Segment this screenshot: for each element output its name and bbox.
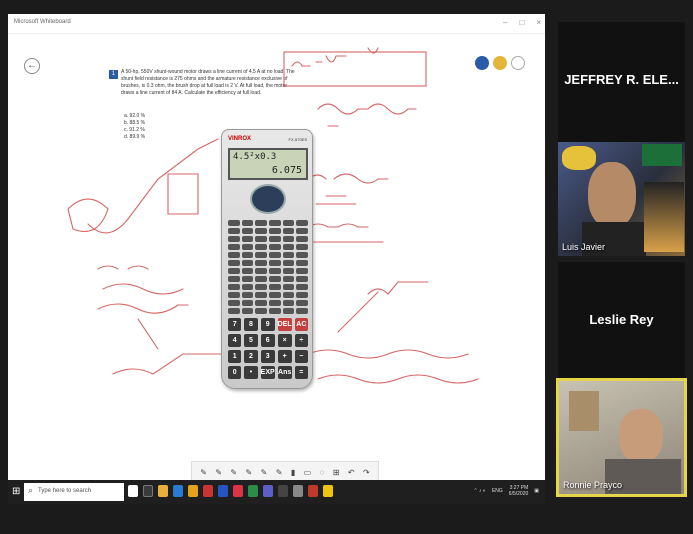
taskbar-apps [128, 485, 333, 497]
task-view-icon[interactable] [128, 485, 138, 497]
ink-box-equation [283, 51, 427, 87]
calc-key: = [294, 366, 308, 379]
calc-key-ac: AC [294, 318, 308, 331]
ink-equation-2 [317, 103, 417, 115]
calc-key: 0 [228, 366, 242, 379]
calculator-function-keys [228, 220, 308, 314]
tray-icons[interactable]: ⌃ ♪ ◐ [473, 488, 486, 494]
calc-key: 4 [228, 334, 242, 347]
pen-icon[interactable]: ✎ [246, 468, 253, 477]
taskbar-search-box[interactable]: ⌕ Type here to search [24, 483, 124, 501]
participant-tile-leslie[interactable]: Leslie Rey [558, 262, 685, 382]
pen-icon[interactable]: ✎ [261, 468, 268, 477]
chrome-icon[interactable] [188, 485, 198, 497]
pen-icon[interactable]: ✎ [276, 468, 283, 477]
calculator-display: 4.5²x0.3 6.075 [228, 148, 308, 180]
calc-key: 5 [244, 334, 258, 347]
person-face [588, 162, 636, 228]
calc-key: Ans [277, 366, 292, 379]
display-expression: 4.5²x0.3 [233, 152, 277, 162]
pen-icon[interactable]: ✎ [215, 468, 222, 477]
ink-diagonal [337, 291, 379, 333]
eraser-icon[interactable]: ▭ [304, 468, 312, 477]
language-indicator[interactable]: ENG [492, 488, 503, 494]
display-result: 6.075 [271, 165, 302, 176]
calc-key: ÷ [294, 334, 308, 347]
app-icon[interactable] [308, 485, 318, 497]
windows-taskbar: ⊞ ⌕ Type here to search ⌃ ♪ ◐ ENG 3:27 P… [8, 480, 545, 504]
calc-key: • [244, 366, 258, 379]
ink-circuit-1 [67, 198, 109, 233]
calculator-model: FX-570ES [288, 137, 307, 142]
notification-icon[interactable]: ▣ [534, 488, 539, 494]
system-tray: ⌃ ♪ ◐ ENG 3:27 PM 6/5/2020 ▣ [473, 485, 539, 497]
calc-key-del: DEL [277, 318, 292, 331]
teams-icon[interactable] [263, 485, 273, 497]
search-placeholder: Type here to search [38, 488, 92, 494]
calculator-dpad [250, 184, 286, 214]
ink-equation-4 [315, 195, 357, 205]
calc-key: EXP [260, 366, 275, 379]
calc-key: 9 [260, 318, 275, 331]
participant-name: JEFFREY R. ELE... [564, 72, 679, 87]
powerpoint-icon[interactable] [233, 485, 243, 497]
calculator-keypad: 7 8 9 DEL AC 4 5 6 × ÷ 1 2 3 + − 0 • EXP… [228, 318, 308, 379]
store-icon[interactable] [173, 485, 183, 497]
calc-key: × [277, 334, 292, 347]
calculator-image: VINROX FX-570ES 4.5²x0.3 6.075 7 8 9 DEL [221, 129, 313, 389]
shared-screen: Microsoft Whiteboard – □ × ← 1 A 50-hp, … [8, 14, 545, 504]
ink-eq-left-2 [102, 283, 184, 295]
search-icon: ⌕ [28, 485, 34, 495]
person-shirt [605, 459, 681, 494]
redo-icon[interactable]: ↷ [363, 468, 370, 477]
app-icon[interactable] [293, 485, 303, 497]
calculator-brand: VINROX [228, 136, 252, 142]
ink-equation-5 [307, 223, 369, 228]
app-icon[interactable] [323, 485, 333, 497]
ink-eq-left-3 [97, 303, 189, 314]
highlighter-icon[interactable]: ▮ [291, 468, 295, 477]
flag-image [642, 144, 682, 166]
calc-key: 3 [260, 350, 275, 363]
room-background [569, 391, 599, 431]
participant-video-luis[interactable]: Luis Javier [558, 142, 685, 256]
calc-key: 2 [244, 350, 258, 363]
excel-icon[interactable] [248, 485, 258, 497]
app-icon[interactable] [278, 485, 288, 497]
pen-icon[interactable]: ✎ [200, 468, 207, 477]
file-explorer-icon[interactable] [158, 485, 168, 497]
clock[interactable]: 3:27 PM 6/5/2020 [509, 485, 528, 497]
windows-start-icon[interactable]: ⊞ [12, 486, 20, 497]
calc-key: 1 [228, 350, 242, 363]
participant-name: Leslie Rey [589, 312, 654, 327]
word-icon[interactable] [218, 485, 228, 497]
pen-icon[interactable]: ✎ [230, 468, 237, 477]
calc-key: 6 [260, 334, 275, 347]
calc-key: 8 [244, 318, 258, 331]
ink-circuit-box [167, 173, 199, 215]
undo-icon[interactable]: ↶ [348, 468, 355, 477]
participant-name: Luis Javier [562, 242, 606, 252]
ink-arrow [137, 318, 159, 350]
edge-icon[interactable] [143, 485, 153, 497]
ink-eq-bottom-2 [317, 374, 479, 384]
clock-date: 6/5/2020 [508, 491, 529, 497]
ink-equation-3 [307, 173, 389, 184]
calc-key: − [294, 350, 308, 363]
ink-equation-1 [291, 47, 379, 67]
person-face [619, 409, 663, 463]
participant-video-ronnie[interactable]: Ronnie Prayco [556, 378, 687, 497]
ink-power-label [367, 281, 429, 295]
ink-eq-left-1 [97, 265, 149, 270]
app-icon[interactable] [203, 485, 213, 497]
lasso-icon[interactable]: ◌ [320, 468, 325, 477]
participant-tile-jeffrey[interactable]: JEFFREY R. ELE... [558, 22, 685, 142]
ink-eq-bottom-1 [307, 349, 469, 359]
city-background [644, 182, 684, 252]
ruler-icon[interactable]: ⊞ [333, 468, 340, 477]
calc-key: 7 [228, 318, 242, 331]
calc-key: + [277, 350, 292, 363]
logo-emblem [562, 146, 596, 170]
participant-name: Ronnie Prayco [563, 480, 623, 490]
